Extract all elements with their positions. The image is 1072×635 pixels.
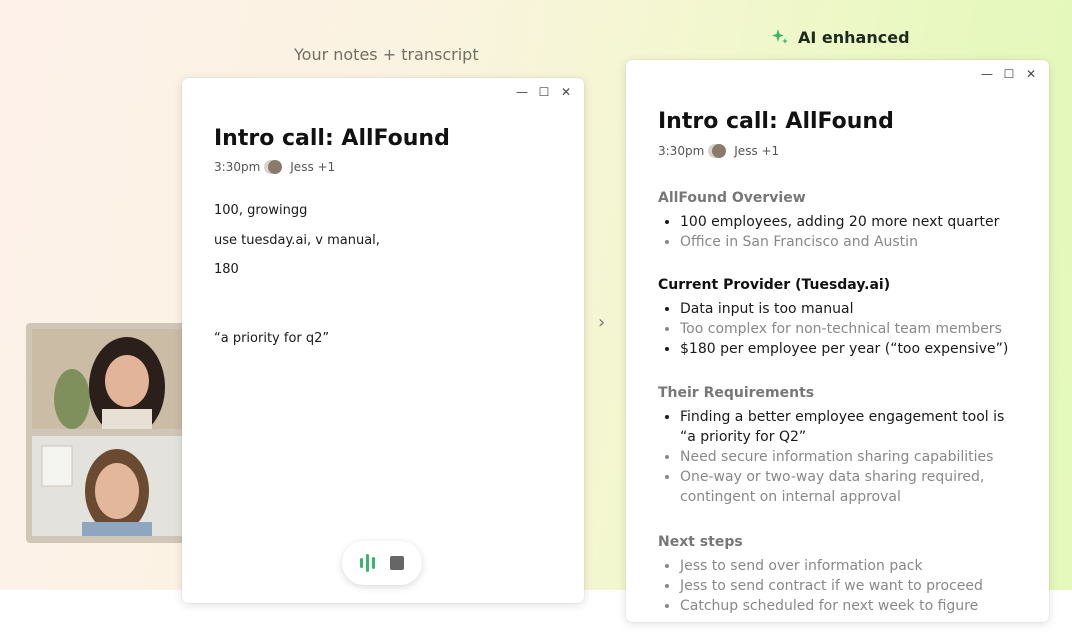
section-heading: Their Requirements [658,385,815,401]
maximize-icon[interactable]: ☐ [538,85,550,99]
window-controls: — ☐ ✕ [516,85,572,99]
meeting-meta: 3:30pm Jess +1 [658,144,779,158]
meeting-attendees[interactable]: Jess +1 [290,160,335,174]
note-line[interactable]: use tuesday.ai, v manual, [214,233,380,248]
section-overview: AllFound Overview 100 employees, adding … [658,190,999,252]
close-icon[interactable]: ✕ [1025,67,1037,81]
video-tile-participant-1[interactable] [32,329,186,429]
list-item: Jess to send contract if we want to proc… [680,576,983,596]
list-item: Jess to send over information pack [680,556,983,576]
meeting-time: 3:30pm [658,144,705,158]
list-item: $180 per employee per year (“too expensi… [680,339,1008,359]
attendee-avatar [268,160,283,174]
participant-avatar-1 [32,329,186,429]
section-next-steps: Next steps Jess to send over information… [658,534,983,616]
list-item: One-way or two-way data sharing required… [680,467,1018,507]
sparkle-icon [772,29,788,44]
section-heading: Next steps [658,534,743,550]
notes-window: — ☐ ✕ Intro call: AllFound 3:30pm Jess +… [182,78,584,603]
note-line[interactable]: “a priority for q2” [214,331,329,346]
video-tile-participant-2[interactable] [32,436,186,536]
window-controls: — ☐ ✕ [981,67,1037,81]
list-item: 100 employees, adding 20 more next quart… [680,212,999,232]
meeting-title: Intro call: AllFound [658,109,894,134]
notes-caption: Your notes + transcript [294,45,479,64]
list-item: Office in San Francisco and Austin [680,232,999,252]
ai-enhanced-label: AI enhanced [798,27,910,47]
list-item: Too complex for non-technical team membe… [680,319,1008,339]
list-item: Data input is too manual [680,299,1008,319]
list-item: Finding a better employee engagement too… [680,407,1018,447]
meeting-title: Intro call: AllFound [214,126,450,151]
section-heading: AllFound Overview [658,190,806,206]
note-line[interactable]: 180 [214,262,239,277]
close-icon[interactable]: ✕ [560,85,572,99]
minimize-icon[interactable]: — [981,67,993,81]
attendee-avatar [712,144,727,158]
meeting-attendees[interactable]: Jess +1 [734,144,779,158]
audio-level-icon[interactable] [359,554,375,572]
recording-controls [342,541,422,585]
video-call-panel[interactable] [26,323,186,543]
ai-enhanced-window: — ☐ ✕ Intro call: AllFound 3:30pm Jess +… [626,60,1049,622]
section-current-provider: Current Provider (Tuesday.ai) Data input… [658,277,1008,359]
chevron-right-icon: › [598,312,606,333]
list-item: Catchup scheduled for next week to figur… [680,596,983,616]
meeting-meta: 3:30pm Jess +1 [214,160,335,174]
ai-enhanced-caption: AI enhanced [770,27,910,47]
maximize-icon[interactable]: ☐ [1003,67,1015,81]
note-line[interactable]: 100, growingg [214,203,307,218]
participant-avatar-2 [32,436,186,536]
stop-icon[interactable] [390,556,405,570]
meeting-time: 3:30pm [214,160,261,174]
minimize-icon[interactable]: — [516,85,528,99]
section-requirements: Their Requirements Finding a better empl… [658,385,1018,507]
list-item: Need secure information sharing capabili… [680,447,1018,467]
section-heading: Current Provider (Tuesday.ai) [658,277,891,293]
